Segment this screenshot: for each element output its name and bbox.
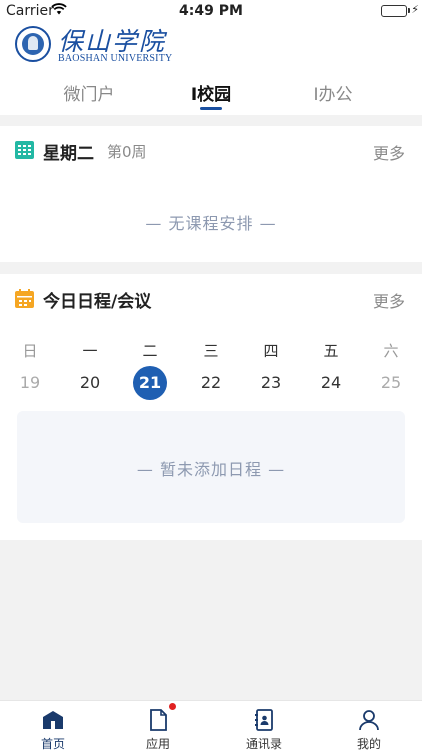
charging-icon: ⚡ xyxy=(411,3,419,16)
course-day-title: 星期二 xyxy=(43,144,94,164)
no-schedule-box: — 暂未添加日程 — xyxy=(17,411,405,523)
nav-home-label: 首页 xyxy=(40,737,65,750)
course-week-label: 第0周 xyxy=(107,143,147,161)
schedule-title: 今日日程/会议 xyxy=(43,292,152,312)
date-cell[interactable]: 22 xyxy=(194,366,228,400)
contacts-icon xyxy=(252,708,276,732)
date-cell[interactable]: 19 xyxy=(13,366,47,400)
battery-icon xyxy=(381,5,407,17)
date-cell[interactable]: 24 xyxy=(314,366,348,400)
nav-home[interactable]: 首页 xyxy=(13,701,93,750)
date-cell[interactable]: 23 xyxy=(254,366,288,400)
grid-calendar-icon xyxy=(15,141,34,159)
nav-contacts-label: 通讯录 xyxy=(245,737,282,750)
brand-name-en: BAOSHAN UNIVERSITY xyxy=(58,53,173,64)
bottom-tab-bar: 首页 应用 通讯录 我的 xyxy=(0,700,422,750)
nav-apps[interactable]: 应用 xyxy=(118,701,198,750)
weekday-sun: 日 xyxy=(22,342,38,360)
nav-contacts[interactable]: 通讯录 xyxy=(224,701,304,750)
top-tabs: 微门户 I校园 I办公 xyxy=(0,76,422,115)
app-header: 保山学院 BAOSHAN UNIVERSITY 微门户 I校园 I办公 xyxy=(0,22,422,115)
schedule-card: 今日日程/会议 更多 日 一 二 三 四 五 六 19 20 21 22 23 … xyxy=(0,274,422,540)
weekday-mon: 一 xyxy=(82,342,98,360)
course-card: 星期二 第0周 更多 — 无课程安排 — xyxy=(0,126,422,262)
tab-portal[interactable]: 微门户 xyxy=(64,80,115,105)
calendar-icon xyxy=(15,289,34,308)
date-cell[interactable]: 25 xyxy=(374,366,408,400)
tab-campus[interactable]: I校园 xyxy=(191,80,231,105)
weekday-tue: 二 xyxy=(142,342,158,360)
battery-tip xyxy=(408,8,410,13)
nav-profile[interactable]: 我的 xyxy=(329,701,409,750)
date-cell[interactable]: 20 xyxy=(73,366,107,400)
university-logo xyxy=(15,26,51,62)
date-cell-selected[interactable]: 21 xyxy=(133,366,167,400)
no-schedule-message: — 暂未添加日程 — xyxy=(136,460,286,479)
nav-apps-label: 应用 xyxy=(145,737,170,750)
course-card-header: 星期二 第0周 更多 xyxy=(0,126,422,172)
schedule-more-link[interactable]: 更多 xyxy=(373,288,405,312)
date-row: 19 20 21 22 23 24 25 xyxy=(0,366,422,400)
status-bar: Carrier 4:49 PM ⚡ xyxy=(0,0,422,22)
schedule-card-header: 今日日程/会议 更多 xyxy=(0,274,422,320)
weekday-fri: 五 xyxy=(323,342,339,360)
course-more-link[interactable]: 更多 xyxy=(373,140,405,164)
weekday-sat: 六 xyxy=(383,342,399,360)
weekday-thu: 四 xyxy=(263,342,279,360)
weekday-header-row: 日 一 二 三 四 五 六 xyxy=(0,340,422,360)
active-tab-indicator xyxy=(200,107,222,110)
home-icon xyxy=(41,708,65,732)
weekday-wed: 三 xyxy=(203,342,219,360)
notification-badge xyxy=(169,703,176,710)
document-icon xyxy=(146,708,170,732)
no-course-message: — 无课程安排 — xyxy=(145,214,277,233)
nav-profile-label: 我的 xyxy=(356,737,381,750)
user-icon xyxy=(357,708,381,732)
status-time: 4:49 PM xyxy=(179,3,243,19)
tab-office[interactable]: I办公 xyxy=(313,80,352,105)
